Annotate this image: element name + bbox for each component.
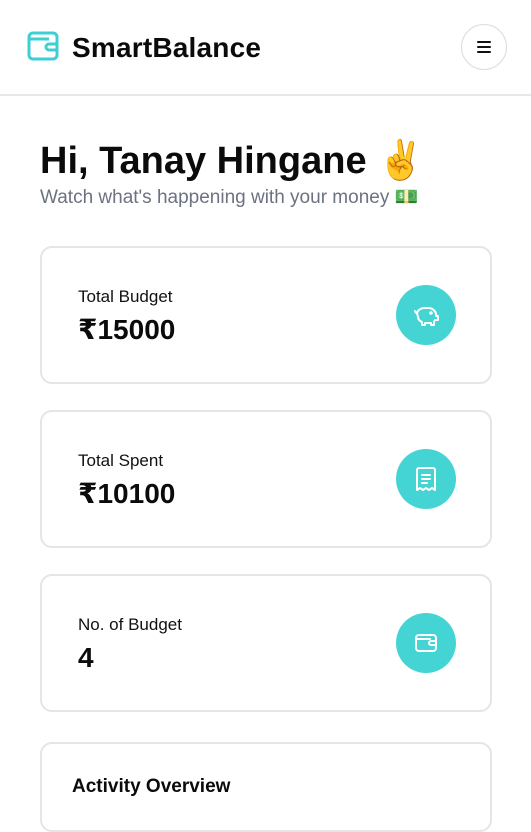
- total-spent-label: Total Spent: [78, 451, 164, 470]
- wallet-icon: [396, 613, 456, 673]
- activity-overview-card: Activity Overview: [40, 742, 492, 832]
- budget-count-label: No. of Budget: [78, 615, 182, 634]
- budget-count-value: 4: [78, 642, 94, 673]
- app-header: SmartBalance: [0, 0, 531, 96]
- menu-button[interactable]: [461, 24, 507, 70]
- total-spent-card: Total Spent ₹10100: [40, 410, 492, 548]
- piggy-bank-icon: [396, 285, 456, 345]
- total-spent-value: ₹10100: [78, 478, 176, 509]
- budget-count-card: No. of Budget 4: [40, 574, 492, 712]
- activity-overview-title: Activity Overview: [72, 776, 231, 797]
- wallet-icon: [27, 31, 59, 61]
- greeting-subtitle: Watch what's happening with your money 💵: [40, 187, 419, 208]
- total-budget-label: Total Budget: [78, 287, 173, 306]
- hamburger-menu-icon: [477, 41, 491, 53]
- greeting-title: Hi, Tanay Hingane ✌️: [40, 140, 425, 182]
- total-budget-card: Total Budget ₹15000: [40, 246, 492, 384]
- total-budget-value: ₹15000: [78, 314, 176, 345]
- receipt-icon: [396, 449, 456, 509]
- app-title: SmartBalance: [72, 32, 262, 63]
